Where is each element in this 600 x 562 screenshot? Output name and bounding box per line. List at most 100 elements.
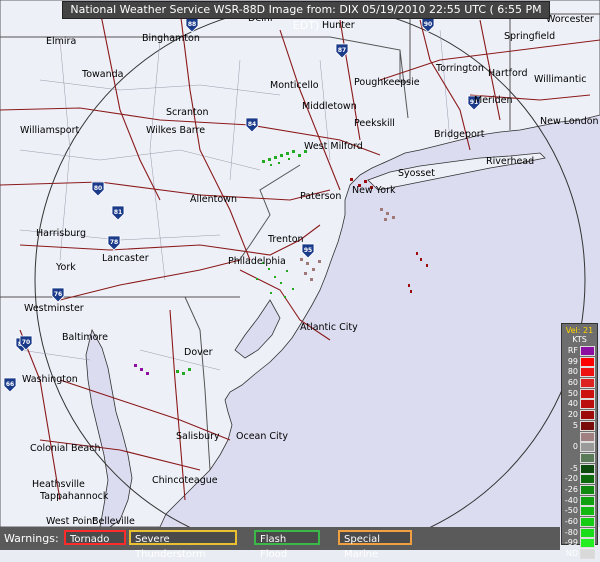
- city-label: Towanda: [81, 69, 123, 80]
- city-label: Monticello: [270, 80, 319, 91]
- city-label: Colonial Beach: [30, 443, 100, 454]
- legend-swatch: [580, 452, 595, 463]
- legend-swatch: [580, 399, 595, 410]
- city-label: Elmira: [46, 36, 76, 47]
- city-label: Hunter: [322, 20, 355, 31]
- legend-row: 50: [562, 388, 597, 400]
- shield-76: 76: [54, 291, 62, 298]
- warnings-bar: Warnings: Tornado Severe Thunderstorm Fl…: [0, 527, 560, 560]
- shield-78: 78: [110, 239, 118, 246]
- legend-value: 0: [572, 442, 578, 452]
- legend-swatch: [580, 431, 595, 442]
- city-label: Belleville: [92, 516, 135, 527]
- severe-thunderstorm-warning-button[interactable]: Severe Thunderstorm: [129, 530, 237, 560]
- legend-value: 80: [567, 367, 578, 377]
- legend-row: -80: [562, 527, 597, 539]
- city-label: Poughkeepsie: [354, 77, 420, 88]
- city-label: Philadelphia: [228, 256, 286, 267]
- shield-88: 88: [188, 21, 196, 28]
- legend-row: 0: [562, 442, 597, 453]
- legend-row: [562, 452, 597, 464]
- city-label: Syosset: [398, 168, 435, 179]
- shield-66: 66: [6, 381, 14, 388]
- legend-swatch: [580, 378, 595, 389]
- legend-row: ND: [562, 549, 597, 560]
- legend-row: -26: [562, 484, 597, 496]
- city-label: Springfield: [504, 31, 555, 42]
- radar-map: 88 87 90 84 80 81 78 76 83 95 70 66 91 D…: [0, 0, 600, 527]
- legend-row: 60: [562, 378, 597, 389]
- legend-swatch: [580, 410, 595, 421]
- city-label: New London: [540, 116, 599, 127]
- city-label: Bridgeport: [434, 129, 485, 140]
- shield-87: 87: [338, 47, 346, 54]
- legend-row: -40: [562, 495, 597, 507]
- city-label: Trenton: [267, 234, 304, 245]
- legend-value: 50: [567, 388, 578, 398]
- special-marine-warning-button[interactable]: Special Marine: [338, 530, 412, 560]
- shield-90: 90: [424, 21, 432, 28]
- city-label: Middletown: [302, 101, 357, 112]
- city-label: Ocean City: [236, 431, 288, 442]
- city-label: Baltimore: [62, 332, 108, 343]
- city-label: Allentown: [190, 194, 237, 205]
- city-label: Westminster: [24, 303, 84, 314]
- city-label: York: [55, 262, 76, 273]
- legend-swatch: [580, 442, 595, 453]
- city-label: Salisbury: [176, 431, 220, 442]
- legend-value: -20: [564, 474, 578, 484]
- legend-value: 5: [572, 420, 578, 430]
- city-label: Heathsville: [32, 479, 85, 490]
- city-label: Williamsport: [20, 125, 80, 136]
- legend-swatch: [580, 506, 595, 517]
- city-label: Washington: [22, 374, 78, 385]
- city-label: Willimantic: [534, 74, 586, 85]
- city-label: Atlantic City: [300, 322, 358, 333]
- city-label: West Milford: [304, 141, 363, 152]
- legend-row: 20: [562, 410, 597, 421]
- legend-value: -5: [570, 463, 578, 473]
- legend-swatch: [580, 495, 595, 506]
- warnings-label: Warnings:: [4, 532, 59, 545]
- legend-swatch: [580, 517, 595, 527]
- legend-swatch: [580, 367, 595, 378]
- city-label: Worcester: [546, 14, 594, 25]
- legend-swatch: [580, 549, 595, 560]
- city-label: Dover: [184, 347, 213, 358]
- legend-row: RF: [562, 346, 597, 357]
- legend-value: 60: [567, 378, 578, 388]
- legend-rows: RF 99 80 60 50 40 20 5 0 -5 -20 -26 -40 -50 -60 -80 -99 N…: [562, 346, 597, 560]
- legend-swatch: [580, 463, 595, 474]
- legend-swatch: [580, 474, 595, 485]
- legend-row: -5: [562, 463, 597, 475]
- legend-value: ND: [565, 549, 578, 559]
- legend-row: -99: [562, 538, 597, 549]
- image-title: National Weather Service WSR-88D Image f…: [62, 1, 550, 32]
- legend-product: Vel: 21: [565, 326, 594, 335]
- legend-swatch: [580, 346, 595, 356]
- city-label: Tappahannock: [39, 491, 109, 502]
- city-label: New York: [352, 185, 396, 196]
- velocity-legend: Vel: 21 KTS RF 99 80 60 50 40 20 5 0 -5 -20 -26 -40-…: [561, 323, 598, 560]
- city-label: Wilkes Barre: [146, 125, 205, 136]
- legend-value: -60: [564, 517, 578, 526]
- city-label: Harrisburg: [36, 228, 86, 239]
- city-label: Riverhead: [486, 156, 534, 167]
- legend-value: -26: [564, 484, 578, 494]
- legend-swatch: [580, 484, 595, 495]
- tornado-warning-button[interactable]: Tornado: [64, 530, 126, 545]
- legend-swatch: [580, 420, 595, 431]
- city-label: Torrington: [435, 63, 484, 74]
- legend-swatch: [580, 538, 595, 549]
- legend-value: 99: [567, 356, 578, 366]
- flash-flood-warning-button[interactable]: Flash Flood: [254, 530, 320, 560]
- city-label: Meriden: [474, 95, 512, 106]
- legend-row: 5: [562, 420, 597, 432]
- shield-84: 84: [248, 121, 256, 128]
- legend-value: -50: [564, 506, 578, 516]
- legend-row: 80: [562, 367, 597, 378]
- legend-swatch: [580, 527, 595, 538]
- legend-units: KTS: [572, 335, 587, 344]
- city-label: Binghamton: [142, 33, 200, 44]
- legend-value: -99: [564, 538, 578, 548]
